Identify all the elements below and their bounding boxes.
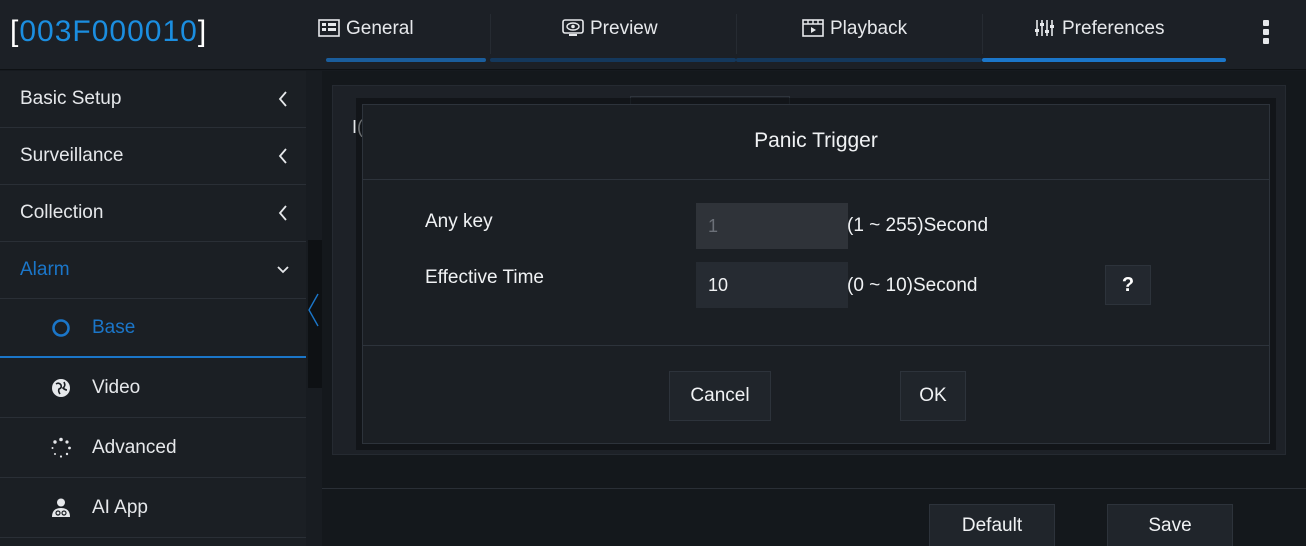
tab-underline <box>326 58 486 62</box>
chevron-left-icon <box>278 148 287 164</box>
sidebar-item-surveillance[interactable]: Surveillance <box>0 128 306 185</box>
top-bar: [003F000010] General Preview Playback Pr… <box>0 0 1306 70</box>
dialog-title: Panic Trigger <box>754 129 878 152</box>
cancel-button[interactable]: Cancel <box>669 371 771 421</box>
any-key-range: (1 ~ 255)Second <box>847 215 989 236</box>
circle-icon <box>52 319 70 337</box>
collapse-sidebar-icon[interactable] <box>306 290 320 330</box>
sidebar-subitem-ai-app[interactable]: AI App <box>0 479 306 538</box>
device-id: [003F000010] <box>10 12 207 52</box>
sidebar: Basic Setup Surveillance Collection Alar… <box>0 71 306 546</box>
tab-divider <box>736 14 737 54</box>
any-key-input[interactable] <box>696 203 848 249</box>
help-button[interactable]: ? <box>1105 265 1151 305</box>
ai-user-icon <box>52 498 70 517</box>
chevron-left-icon <box>278 91 287 107</box>
sidebar-subitem-video[interactable]: Video <box>0 359 306 418</box>
sidebar-subitem-label: Base <box>92 316 136 338</box>
tab-underline <box>490 58 736 62</box>
sidebar-item-alarm[interactable]: Alarm <box>0 242 306 299</box>
sidebar-subitem-label: Video <box>92 377 141 398</box>
tab-general-label: General <box>346 18 414 39</box>
ok-button[interactable]: OK <box>900 371 966 421</box>
tab-divider <box>982 14 983 54</box>
tab-underline <box>736 58 982 62</box>
grid-icon <box>318 19 340 37</box>
dots-circle-icon <box>51 437 71 458</box>
effective-time-range: (0 ~ 10)Second <box>847 275 978 296</box>
tab-preferences-label: Preferences <box>1062 18 1165 39</box>
sidebar-subitem-label: AI App <box>92 497 148 518</box>
sliders-icon <box>1035 20 1054 36</box>
active-tab-indicator <box>982 58 1226 62</box>
tab-playback[interactable]: Playback <box>802 0 907 66</box>
tab-general[interactable]: General <box>318 0 414 66</box>
chevron-down-icon <box>277 266 289 274</box>
footer-divider <box>322 488 1306 489</box>
sidebar-subitem-advanced[interactable]: Advanced <box>0 419 306 478</box>
sidebar-subitem-label: Advanced <box>92 437 177 458</box>
sidebar-item-label: Surveillance <box>20 145 124 166</box>
more-menu-icon[interactable] <box>1260 20 1272 48</box>
default-button[interactable]: Default <box>929 504 1055 546</box>
tab-preferences[interactable]: Preferences <box>1034 0 1164 66</box>
tab-preview[interactable]: Preview <box>562 0 658 66</box>
globe-icon <box>52 379 70 397</box>
tab-preview-label: Preview <box>590 18 658 39</box>
tab-divider <box>490 14 491 54</box>
sidebar-item-collection[interactable]: Collection <box>0 185 306 242</box>
eye-icon <box>562 19 584 36</box>
sidebar-item-basic-setup[interactable]: Basic Setup <box>0 71 306 128</box>
chevron-left-icon <box>278 205 287 221</box>
bracket-open: [ <box>10 15 20 48</box>
bracket-close: ] <box>197 15 208 48</box>
sidebar-item-label: Basic Setup <box>20 88 122 109</box>
any-key-label: Any key <box>425 211 493 232</box>
sidebar-subitem-base[interactable]: Base <box>0 299 306 358</box>
panel-tab-outline <box>630 96 790 104</box>
sidebar-item-label: Alarm <box>20 259 70 280</box>
panic-trigger-dialog: Panic Trigger Any key (1 ~ 255)Second Ef… <box>362 104 1270 444</box>
dialog-divider <box>363 345 1269 346</box>
device-id-value: 003F000010 <box>19 15 198 48</box>
effective-time-label: Effective Time <box>425 267 544 288</box>
film-icon <box>802 19 824 37</box>
tab-playback-label: Playback <box>830 18 908 39</box>
save-button[interactable]: Save <box>1107 504 1233 546</box>
sidebar-item-label: Collection <box>20 202 104 223</box>
dialog-divider <box>363 179 1269 180</box>
effective-time-input[interactable] <box>696 262 848 308</box>
